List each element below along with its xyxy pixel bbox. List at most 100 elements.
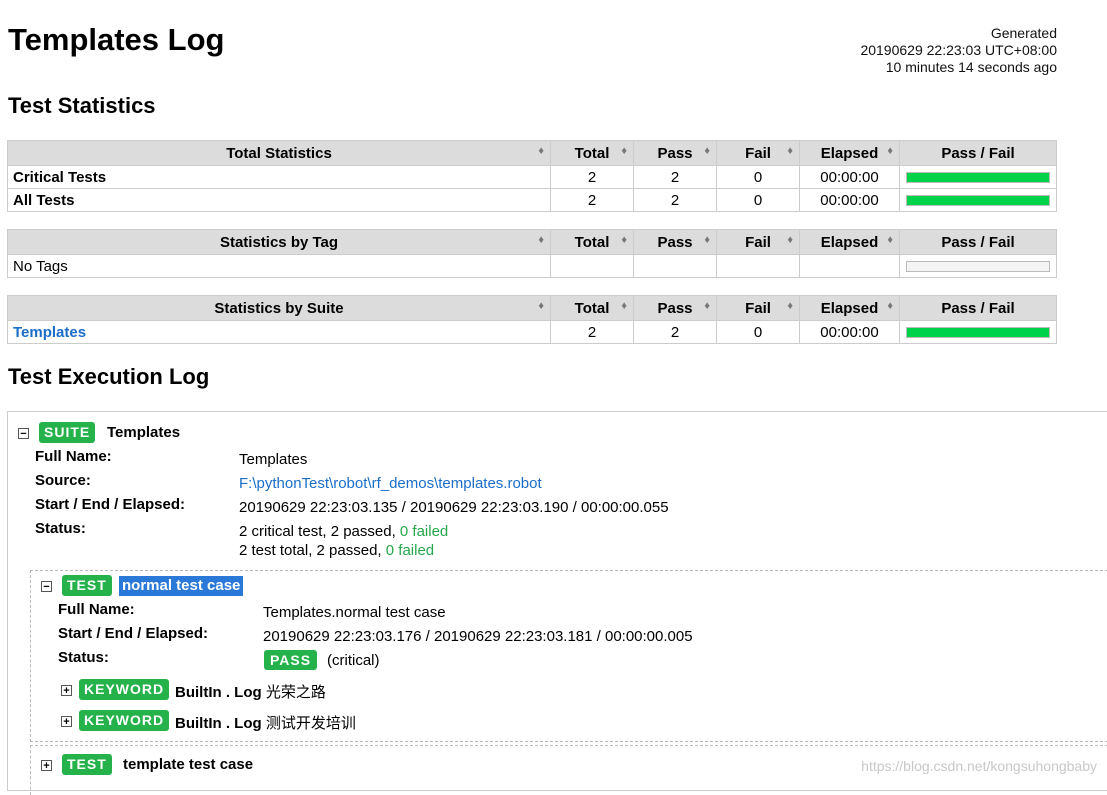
pass-fail-cell [899, 165, 1057, 189]
pass-fail-cell [899, 254, 1057, 278]
test-statistics-title: Test Statistics [8, 93, 156, 118]
keyword-line[interactable]: BuiltIn . Log 测试开发培训 [175, 712, 356, 733]
pass-bar-fill [907, 172, 1049, 182]
expand-icon[interactable]: + [61, 716, 72, 728]
status-line-critical: 2 critical test, 2 passed, 0 failed [239, 523, 449, 540]
sort-icon: ♦ [538, 300, 544, 312]
fail-value: 0 [716, 165, 800, 189]
source-link[interactable]: F:\pythonTest\robot\rf_demos\templates.r… [239, 475, 542, 492]
fail-value: 0 [716, 188, 800, 212]
pass-badge: PASS [264, 650, 318, 670]
pass-fail-bar [906, 326, 1050, 338]
status-line-total: 2 test total, 2 passed, 0 failed [239, 542, 435, 559]
pass-column-header[interactable]: Pass ♦ [633, 295, 717, 321]
pass-bar-fill [907, 327, 1049, 337]
times-label: Start / End / Elapsed: [35, 496, 186, 513]
total-column-header[interactable]: Total ♦ [550, 229, 634, 255]
pass-fail-bar [906, 171, 1050, 183]
full-name-label: Full Name: [35, 448, 112, 465]
failed-count: 0 failed [385, 542, 435, 559]
sort-icon: ♦ [621, 234, 627, 246]
total-column-header[interactable]: Total ♦ [550, 140, 634, 166]
elapsed-column-header[interactable]: Elapsed ♦ [799, 295, 900, 321]
pass-fail-column-header: Pass / Fail [899, 229, 1057, 255]
pass-fail-bar [906, 260, 1050, 272]
failed-count: 0 failed [399, 523, 449, 540]
keyword-name: BuiltIn . Log [175, 684, 262, 701]
suite-link-templates[interactable]: Templates [13, 324, 86, 341]
table-row: No Tags [7, 254, 1057, 278]
row-label: Templates [7, 320, 551, 344]
test-name[interactable]: normal test case [119, 576, 244, 596]
elapsed-column-header[interactable]: Elapsed ♦ [799, 229, 900, 255]
elapsed-column-header[interactable]: Elapsed ♦ [799, 140, 900, 166]
pass-value: 2 [633, 188, 717, 212]
source-label: Source: [35, 472, 91, 489]
table-header-row: Statistics by Suite ♦ Total ♦ Pass ♦ Fail ♦ … [7, 295, 1057, 321]
total-statistics-table: Total Statistics ♦ Total ♦ Pass ♦ Fail ♦ Ela… [7, 140, 1057, 212]
times-label: Start / End / Elapsed: [58, 625, 209, 642]
table-row[interactable]: All Tests 2 2 0 00:00:00 [7, 188, 1057, 212]
times-value: 20190629 22:23:03.176 / 20190629 22:23:0… [263, 628, 693, 645]
generated-time: 20190629 22:23:03 UTC+08:00 [860, 42, 1057, 58]
tag-statistics-table: Statistics by Tag ♦ Total ♦ Pass ♦ Fail ♦ El… [7, 229, 1057, 278]
sort-icon: ♦ [621, 145, 627, 157]
table-header-row: Statistics by Tag ♦ Total ♦ Pass ♦ Fail ♦ El… [7, 229, 1057, 255]
sort-icon: ♦ [704, 234, 710, 246]
expand-icon[interactable]: + [41, 760, 52, 772]
sort-icon: ♦ [621, 300, 627, 312]
sort-icon: ♦ [887, 234, 893, 246]
table-row[interactable]: Templates 2 2 0 00:00:00 [7, 320, 1057, 344]
fail-column-header[interactable]: Fail ♦ [716, 295, 800, 321]
pass-value: 2 [633, 320, 717, 344]
suite-name[interactable]: Templates [107, 424, 180, 441]
status-note: (critical) [327, 652, 380, 669]
generated-ago: 10 minutes 14 seconds ago [885, 59, 1057, 75]
total-value: 2 [550, 165, 634, 189]
test-badge: TEST [62, 575, 112, 596]
pass-column-header[interactable]: Pass ♦ [633, 229, 717, 255]
sort-icon: ♦ [704, 300, 710, 312]
suite-statistics-header[interactable]: Statistics by Suite ♦ [7, 295, 551, 321]
table-row[interactable]: Critical Tests 2 2 0 00:00:00 [7, 165, 1057, 189]
row-label: All Tests [7, 188, 551, 212]
collapse-icon[interactable]: − [18, 428, 29, 440]
pass-fail-bar [906, 194, 1050, 206]
elapsed-value [799, 254, 900, 278]
test-name[interactable]: template test case [123, 756, 253, 773]
total-statistics-header[interactable]: Total Statistics ♦ [7, 140, 551, 166]
keyword-arg: 测试开发培训 [265, 715, 356, 732]
expand-icon[interactable]: + [61, 685, 72, 697]
total-column-header[interactable]: Total ♦ [550, 295, 634, 321]
sort-icon: ♦ [538, 234, 544, 246]
collapse-icon[interactable]: − [41, 581, 52, 593]
table-header-row: Total Statistics ♦ Total ♦ Pass ♦ Fail ♦ Ela… [7, 140, 1057, 166]
row-label: Critical Tests [7, 165, 551, 189]
fail-column-header[interactable]: Fail ♦ [716, 140, 800, 166]
keyword-badge: KEYWORD [79, 679, 170, 700]
pass-column-header[interactable]: Pass ♦ [633, 140, 717, 166]
fail-value [716, 254, 800, 278]
keyword-name: BuiltIn . Log [175, 715, 262, 732]
elapsed-value: 00:00:00 [799, 188, 900, 212]
sort-icon: ♦ [787, 300, 793, 312]
watermark: https://blog.csdn.net/kongsuhongbaby [861, 758, 1097, 774]
pass-value [633, 254, 717, 278]
sort-icon: ♦ [787, 234, 793, 246]
times-value: 20190629 22:23:03.135 / 20190629 22:23:0… [239, 499, 669, 516]
tag-statistics-header[interactable]: Statistics by Tag ♦ [7, 229, 551, 255]
execution-log: − SUITE Templates Full Name: Templates S… [7, 411, 1107, 795]
row-label: No Tags [7, 254, 551, 278]
fail-column-header[interactable]: Fail ♦ [716, 229, 800, 255]
keyword-line[interactable]: BuiltIn . Log 光荣之路 [175, 681, 326, 702]
sort-icon: ♦ [887, 300, 893, 312]
pass-fail-cell [899, 320, 1057, 344]
pass-fail-column-header: Pass / Fail [899, 140, 1057, 166]
status-label: Status: [35, 520, 86, 537]
sort-icon: ♦ [787, 145, 793, 157]
elapsed-value: 00:00:00 [799, 320, 900, 344]
full-name-value: Templates.normal test case [263, 604, 446, 621]
page-title: Templates Log [8, 22, 225, 57]
generated-label: Generated [990, 25, 1057, 41]
total-value [550, 254, 634, 278]
